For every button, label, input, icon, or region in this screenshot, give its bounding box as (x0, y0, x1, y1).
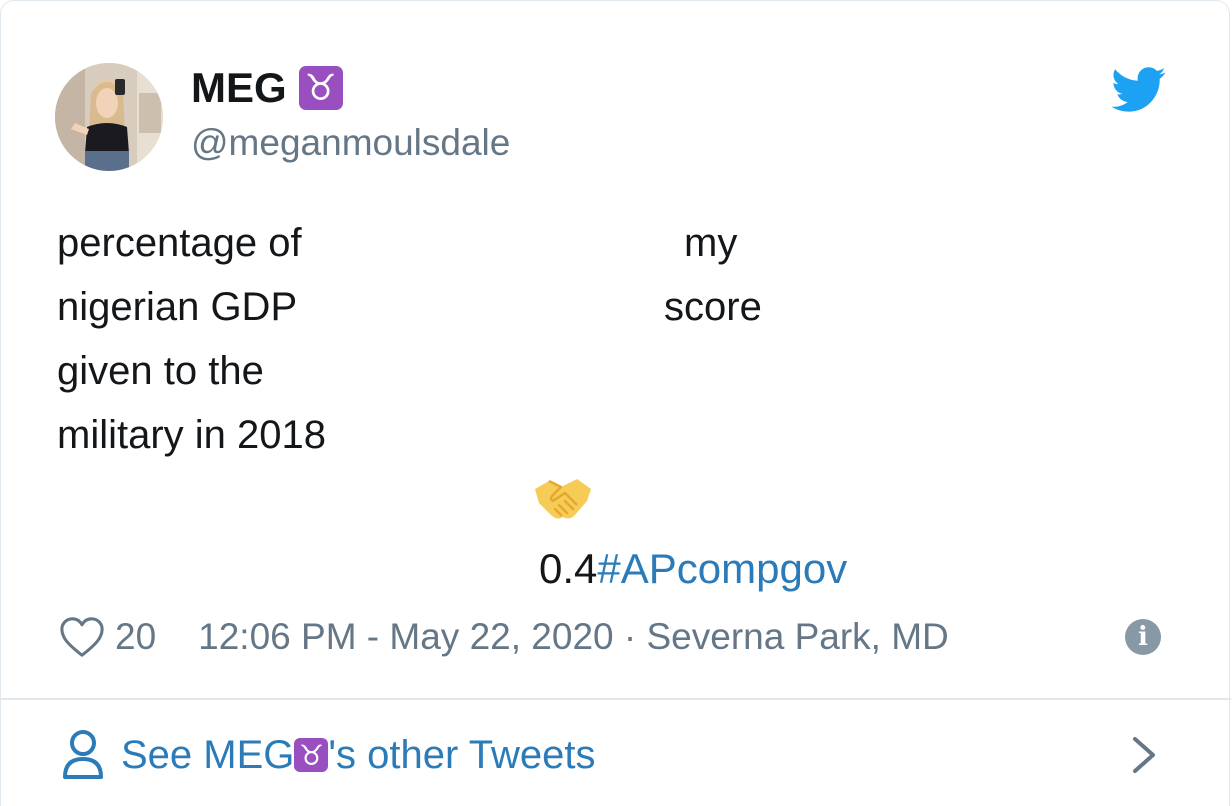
tweet-line: score (664, 285, 762, 329)
twitter-bird-icon[interactable] (1111, 67, 1167, 113)
score-value: 0.4 (539, 545, 598, 592)
author-handle[interactable]: @meganmoulsdale (191, 121, 510, 165)
tweet-meta: 20 12:06 PM - May 22, 2020 · Severna Par… (59, 609, 949, 665)
taurus-emoji-icon: ♉ (294, 738, 329, 772)
tweet-line: nigerian GDP (57, 285, 298, 329)
divider (1, 698, 1231, 700)
score-line: 0.4#APcompgov (539, 541, 847, 597)
heart-outline-icon[interactable] (59, 615, 105, 659)
footer-label-suffix[interactable]: 's other Tweets (328, 733, 595, 778)
like-count[interactable]: 20 (115, 616, 156, 658)
tweet-line: percentage of (57, 221, 302, 265)
handshake-icon (535, 479, 591, 519)
see-other-tweets-link[interactable]: See MEG ♉ 's other Tweets (61, 727, 595, 783)
author-name[interactable]: MEG (191, 63, 287, 113)
tweet-line: given to the (57, 349, 264, 393)
taurus-emoji-icon: ♉ (298, 66, 343, 110)
hashtag-link[interactable]: #APcompgov (597, 545, 847, 592)
tweet-text-left: percentage of nigerian GDP given to the … (57, 211, 326, 467)
person-icon (63, 730, 103, 779)
footer-label-prefix[interactable]: See MEG (121, 733, 294, 778)
info-icon[interactable]: i (1125, 619, 1161, 655)
tweet-line: military in 2018 (57, 413, 327, 457)
tweet-timestamp[interactable]: 12:06 PM - May 22, 2020 · Severna Park, … (198, 616, 949, 658)
tweet-card: MEG ♉ @meganmoulsdale percentage of nige… (0, 0, 1231, 806)
avatar[interactable] (55, 63, 163, 171)
author-name-row[interactable]: MEG ♉ (191, 63, 343, 113)
chevron-right-icon[interactable] (1129, 735, 1159, 775)
tweet-line: my (684, 221, 738, 265)
avatar-photo (55, 63, 163, 171)
